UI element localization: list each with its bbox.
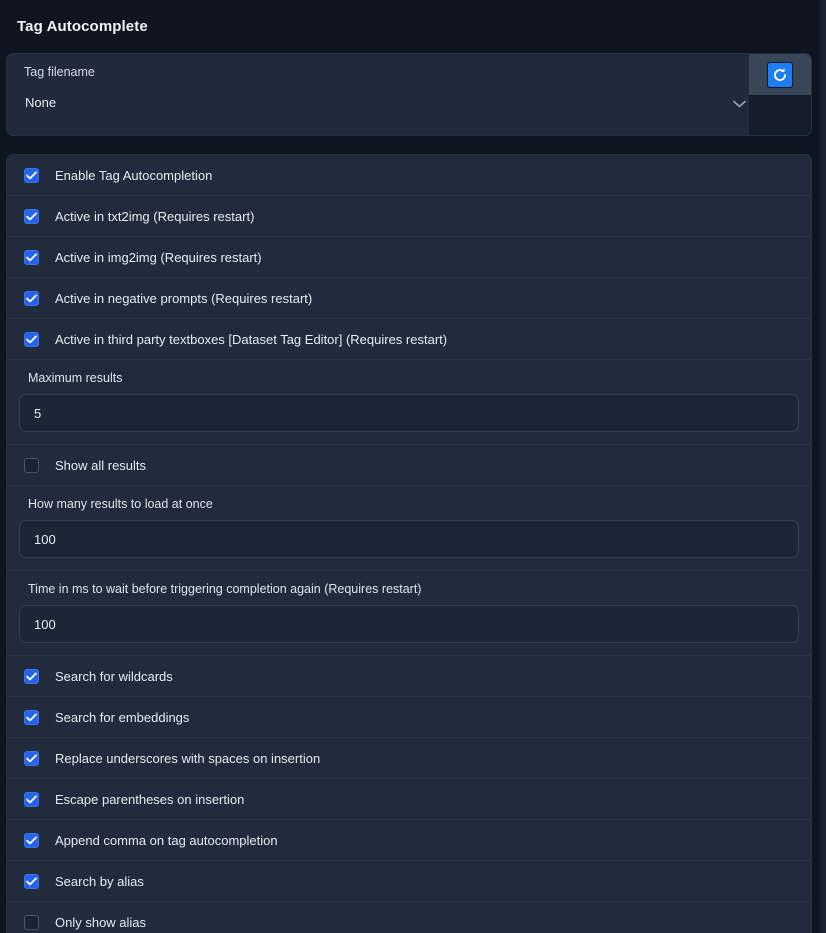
number-row-time-in-ms-to-wait-before-triggering-completion-: Time in ms to wait before triggering com… <box>7 571 811 656</box>
number-input-time-in-ms-to-wait-before-triggering-completion-[interactable] <box>19 605 799 643</box>
number-label: Maximum results <box>28 371 123 385</box>
checkbox-checked-icon[interactable] <box>24 791 39 807</box>
checkbox-label: Active in negative prompts (Requires res… <box>55 290 313 306</box>
checkbox-label: Search by alias <box>55 873 144 889</box>
checkbox-row-show-all-results: Show all results <box>7 445 811 486</box>
checkbox-checked-icon[interactable] <box>24 709 39 725</box>
checkbox-checked-icon[interactable] <box>24 750 39 766</box>
checkbox-label: Only show alias <box>55 915 147 930</box>
checkbox-label: Search for embeddings <box>55 709 190 725</box>
checkbox-label: Enable Tag Autocompletion <box>55 167 213 183</box>
checkbox-label: Search for wildcards <box>55 668 173 684</box>
refresh-button[interactable] <box>767 61 793 88</box>
checkbox-label: Append comma on tag autocompletion <box>55 832 278 848</box>
app-root: Tag Autocomplete Tag filename None Enabl… <box>0 0 826 933</box>
checkbox-label: Active in img2img (Requires restart) <box>55 249 262 265</box>
tag-filename-label: Tag filename <box>24 65 95 79</box>
settings-panel: Enable Tag Autocompletion Active in txt2i… <box>6 154 812 933</box>
tag-filename-dropdown[interactable]: Tag filename None <box>7 54 769 135</box>
checkbox-row-escape-parentheses-on-insertion: Escape parentheses on insertion <box>7 779 811 820</box>
checkbox-row-active-in-img2img-requires-restart: Active in img2img (Requires restart) <box>7 237 811 278</box>
number-label: How many results to load at once <box>28 497 213 511</box>
checkbox-checked-icon[interactable] <box>24 208 39 224</box>
checkbox-row-enable-tag-autocompletion: Enable Tag Autocompletion <box>7 155 811 196</box>
page-scrollbar[interactable] <box>820 0 826 933</box>
checkbox-checked-icon[interactable] <box>24 249 39 265</box>
number-input-maximum-results[interactable] <box>19 394 799 432</box>
checkbox-checked-icon[interactable] <box>24 832 39 848</box>
checkbox-label: Show all results <box>55 457 147 473</box>
checkbox-checked-icon[interactable] <box>24 290 39 306</box>
checkbox-label: Replace underscores with spaces on inser… <box>55 750 321 766</box>
checkbox-row-search-for-wildcards: Search for wildcards <box>7 656 811 697</box>
checkbox-checked-icon[interactable] <box>24 873 39 889</box>
page-title: Tag Autocomplete <box>17 18 148 35</box>
refresh-icon <box>772 67 788 83</box>
checkbox-checked-icon[interactable] <box>24 167 39 183</box>
number-input-how-many-results-to-load-at-once[interactable] <box>19 520 799 558</box>
chevron-down-icon[interactable] <box>733 100 746 108</box>
checkbox-row-active-in-txt2img-requires-restart: Active in txt2img (Requires restart) <box>7 196 811 237</box>
refresh-button-slot-lower <box>749 95 811 135</box>
number-row-how-many-results-to-load-at-once: How many results to load at once <box>7 486 811 571</box>
checkbox-row-only-show-alias: Only show alias <box>7 902 811 933</box>
checkbox-checked-icon[interactable] <box>24 668 39 684</box>
checkbox-row-search-by-alias: Search by alias <box>7 861 811 902</box>
checkbox-unchecked-icon[interactable] <box>24 457 39 473</box>
checkbox-row-replace-underscores-with-spaces-on-insertion: Replace underscores with spaces on inser… <box>7 738 811 779</box>
checkbox-row-active-in-third-party-textboxes-dataset-tag-edit: Active in third party textboxes [Dataset… <box>7 319 811 360</box>
checkbox-unchecked-icon[interactable] <box>24 915 39 930</box>
tag-filename-panel: Tag filename None <box>6 53 812 136</box>
checkbox-row-search-for-embeddings: Search for embeddings <box>7 697 811 738</box>
number-row-maximum-results: Maximum results <box>7 360 811 445</box>
checkbox-row-append-comma-on-tag-autocompletion: Append comma on tag autocompletion <box>7 820 811 861</box>
number-label: Time in ms to wait before triggering com… <box>28 582 422 596</box>
checkbox-row-active-in-negative-prompts-requires-restart: Active in negative prompts (Requires res… <box>7 278 811 319</box>
checkbox-label: Escape parentheses on insertion <box>55 791 245 807</box>
refresh-button-slot <box>749 54 811 95</box>
checkbox-checked-icon[interactable] <box>24 331 39 347</box>
tag-filename-value: None <box>25 95 57 110</box>
checkbox-label: Active in txt2img (Requires restart) <box>55 208 255 224</box>
checkbox-label: Active in third party textboxes [Dataset… <box>55 331 448 347</box>
